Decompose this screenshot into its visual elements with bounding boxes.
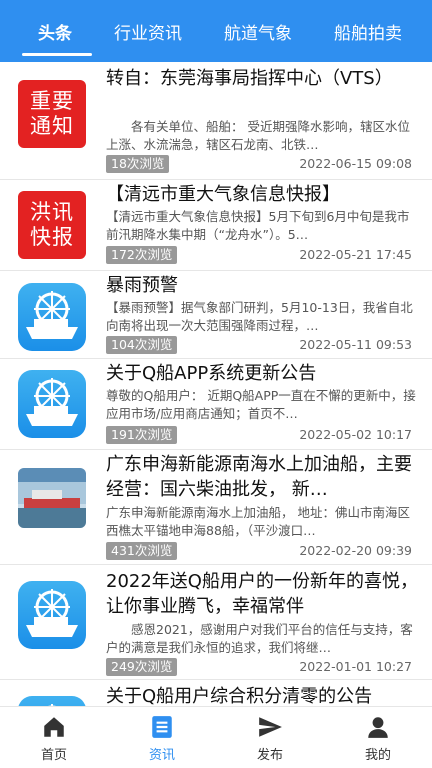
nav-label: 发布 <box>256 747 283 763</box>
nav-label: 我的 <box>364 747 391 763</box>
view-count-badge: 191次浏览 <box>106 426 178 444</box>
tab-ship-auction[interactable]: 船舶拍卖 <box>320 0 416 62</box>
news-summary: 【清远市重大气象信息快报】5月下旬到6月中旬是我市前汛期降水集中期（“龙舟水”）… <box>106 209 410 242</box>
news-title: 暴雨预警 <box>106 275 178 296</box>
badge-text: 洪讯 <box>30 200 74 224</box>
news-item[interactable]: 关于Q船APP系统更新公告 尊敬的Q船用户： 近期Q船APP一直在不懈的更新中，… <box>0 359 432 450</box>
news-item[interactable]: 2022年送Q船用户的一份新年的喜悦，让你事业腾飞，幸福常伴 感恩2021，感谢… <box>0 565 432 680</box>
view-count-badge: 249次浏览 <box>106 658 178 676</box>
flood-alert-icon: 洪讯 快报 <box>18 191 86 259</box>
home-icon <box>44 716 64 737</box>
news-date: 2022-01-01 10:27 <box>299 659 412 674</box>
badge-text: 通知 <box>30 114 74 138</box>
tab-label: 船舶拍卖 <box>334 23 402 44</box>
ship-app-icon <box>18 283 86 351</box>
news-summary: 【暴雨预警】据气象部门研判，5月10-13日，我省自北向南将出现一次大范围强降雨… <box>106 300 413 333</box>
news-item[interactable]: 洪讯 快报 【清远市重大气象信息快报】 【清远市重大气象信息快报】5月下旬到6月… <box>0 180 432 271</box>
active-tab-indicator <box>22 53 92 56</box>
nav-label: 首页 <box>40 747 67 763</box>
news-date: 2022-06-15 09:08 <box>299 156 412 171</box>
news-title: 广东申海新能源南海水上加油船，主要经营：国六柴油批发， 新… <box>106 454 412 500</box>
top-tab-bar: 头条 行业资讯 航道气象 船舶拍卖 <box>0 0 432 62</box>
news-item[interactable]: 广东申海新能源南海水上加油船，主要经营：国六柴油批发， 新… 广东申海新能源南海… <box>0 450 432 565</box>
tab-channel-weather[interactable]: 航道气象 <box>210 0 306 62</box>
news-date: 2022-05-11 09:53 <box>299 337 412 352</box>
news-summary: 感恩2021，感谢用户对我们平台的信任与支持，客户的满意是我们永恒的追求，我们将… <box>106 622 413 655</box>
fuel-barge-photo <box>18 468 86 528</box>
news-date: 2022-05-02 10:17 <box>299 427 412 442</box>
nav-publish[interactable]: 发布 <box>216 707 324 768</box>
news-title: 2022年送Q船用户的一份新年的喜悦，让你事业腾飞，幸福常伴 <box>106 571 418 617</box>
tab-headlines[interactable]: 头条 <box>20 0 92 62</box>
news-item[interactable]: 关于Q船用户综合积分清零的公告 <box>0 680 432 706</box>
news-title: 转自：东莞海事局指挥中心（VTS） <box>106 68 393 89</box>
nav-profile[interactable]: 我的 <box>324 707 432 768</box>
news-summary: 尊敬的Q船用户： 近期Q船APP一直在不懈的更新中，接应用市场/应用商店通知；首… <box>106 388 416 421</box>
nav-label: 资讯 <box>148 747 175 763</box>
tab-label: 行业资讯 <box>114 23 182 44</box>
send-icon <box>259 716 282 737</box>
nav-news[interactable]: 资讯 <box>108 707 216 768</box>
news-list[interactable]: 重要 通知 转自：东莞海事局指挥中心（VTS） 各有关单位、船舶： 受近期强降水… <box>0 62 432 706</box>
news-summary: 各有关单位、船舶： 受近期强降水影响，辖区水位上涨、水流湍急，辖区石龙南、北铁… <box>106 119 410 152</box>
news-title: 关于Q船用户综合积分清零的公告 <box>106 686 373 706</box>
news-icon <box>152 715 172 738</box>
nav-home[interactable]: 首页 <box>0 707 108 768</box>
user-icon <box>368 716 388 738</box>
ship-app-icon <box>18 581 86 649</box>
badge-text: 快报 <box>30 225 74 249</box>
ship-app-icon <box>18 370 86 438</box>
tab-label: 头条 <box>38 23 72 44</box>
view-count-badge: 18次浏览 <box>106 155 170 173</box>
view-count-badge: 104次浏览 <box>106 336 178 354</box>
news-item[interactable]: 暴雨预警 【暴雨预警】据气象部门研判，5月10-13日，我省自北向南将出现一次大… <box>0 271 432 359</box>
ship-app-icon <box>18 696 86 706</box>
news-title: 【清远市重大气象信息快报】 <box>106 184 340 205</box>
tab-industry-news[interactable]: 行业资讯 <box>100 0 196 62</box>
view-count-badge: 431次浏览 <box>106 542 178 560</box>
news-title: 关于Q船APP系统更新公告 <box>106 363 317 384</box>
news-item[interactable]: 重要 通知 转自：东莞海事局指挥中心（VTS） 各有关单位、船舶： 受近期强降水… <box>0 62 432 180</box>
news-date: 2022-02-20 09:39 <box>299 543 412 558</box>
news-date: 2022-05-21 17:45 <box>299 247 412 262</box>
tab-label: 航道气象 <box>224 23 292 44</box>
important-notice-icon: 重要 通知 <box>18 80 86 148</box>
news-summary: 广东申海新能源南海水上加油船， 地址：佛山市南海区西樵太平锚地申海88船，（平沙… <box>106 505 410 538</box>
badge-text: 重要 <box>30 89 74 113</box>
view-count-badge: 172次浏览 <box>106 246 178 264</box>
bottom-nav: 首页 资讯 发布 我的 <box>0 706 432 768</box>
